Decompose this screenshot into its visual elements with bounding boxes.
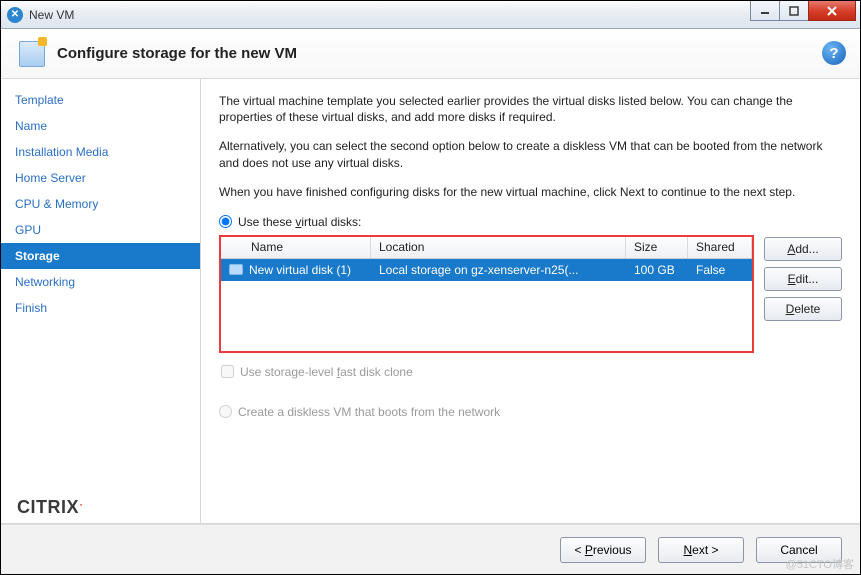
cell-shared: False (688, 263, 752, 277)
radio-use-disks[interactable]: Use these virtual disks: (219, 215, 842, 229)
sidebar-item-home-server[interactable]: Home Server (1, 165, 200, 191)
table-row[interactable]: New virtual disk (1) Local storage on gz… (221, 259, 752, 281)
previous-button[interactable]: < Previous (560, 537, 646, 563)
edit-button[interactable]: Edit... (764, 267, 842, 291)
disk-icon (229, 264, 243, 275)
radio-diskless: Create a diskless VM that boots from the… (219, 405, 842, 419)
col-shared[interactable]: Shared (688, 237, 752, 258)
col-location[interactable]: Location (371, 237, 626, 258)
intro-text-1: The virtual machine template you selecte… (219, 93, 842, 125)
fast-clone-checkbox: Use storage-level fast disk clone (221, 365, 842, 379)
radio-diskless-label: Create a diskless VM that boots from the… (238, 405, 500, 419)
vm-icon (19, 41, 45, 67)
sidebar-item-finish[interactable]: Finish (1, 295, 200, 321)
radio-use-disks-label: Use these virtual disks: (238, 215, 361, 229)
next-button[interactable]: Next > (658, 537, 744, 563)
sidebar-item-template[interactable]: Template (1, 87, 200, 113)
radio-use-disks-input[interactable] (219, 215, 232, 228)
sidebar-item-name[interactable]: Name (1, 113, 200, 139)
intro-text-2: Alternatively, you can select the second… (219, 138, 842, 170)
col-name[interactable]: Name (221, 237, 371, 258)
sidebar-item-storage[interactable]: Storage (1, 243, 200, 269)
fast-clone-label: Use storage-level fast disk clone (240, 365, 413, 379)
sidebar-item-gpu[interactable]: GPU (1, 217, 200, 243)
col-size[interactable]: Size (626, 237, 688, 258)
cell-name: New virtual disk (1) (249, 263, 351, 277)
radio-diskless-input (219, 405, 232, 418)
sidebar-item-networking[interactable]: Networking (1, 269, 200, 295)
window-title: New VM (29, 8, 74, 22)
fast-clone-input (221, 365, 234, 378)
help-icon[interactable]: ? (822, 41, 846, 65)
disk-table-header: Name Location Size Shared (221, 237, 752, 259)
close-button[interactable] (808, 1, 856, 21)
brand-logo: CITRIX˙ (17, 497, 84, 518)
page-title: Configure storage for the new VM (57, 45, 297, 62)
wizard-header: Configure storage for the new VM ? (1, 29, 860, 79)
intro-text-3: When you have finished configuring disks… (219, 184, 842, 200)
app-icon: ✕ (7, 7, 23, 23)
sidebar-item-cpu-memory[interactable]: CPU & Memory (1, 191, 200, 217)
cell-location: Local storage on gz-xenserver-n25(... (371, 263, 626, 277)
main-panel: The virtual machine template you selecte… (201, 79, 860, 524)
maximize-button[interactable] (779, 1, 809, 21)
add-button[interactable]: Add... (764, 237, 842, 261)
wizard-steps: Template Name Installation Media Home Se… (1, 79, 201, 524)
minimize-button[interactable] (750, 1, 780, 21)
sidebar-item-installation-media[interactable]: Installation Media (1, 139, 200, 165)
titlebar: ✕ New VM (1, 1, 860, 29)
watermark: @51CTO博客 (786, 556, 854, 572)
delete-button[interactable]: Delete (764, 297, 842, 321)
cell-size: 100 GB (626, 263, 688, 277)
disk-table[interactable]: Name Location Size Shared New virtual di… (219, 235, 754, 353)
wizard-footer: < Previous Next > Cancel (1, 524, 860, 574)
